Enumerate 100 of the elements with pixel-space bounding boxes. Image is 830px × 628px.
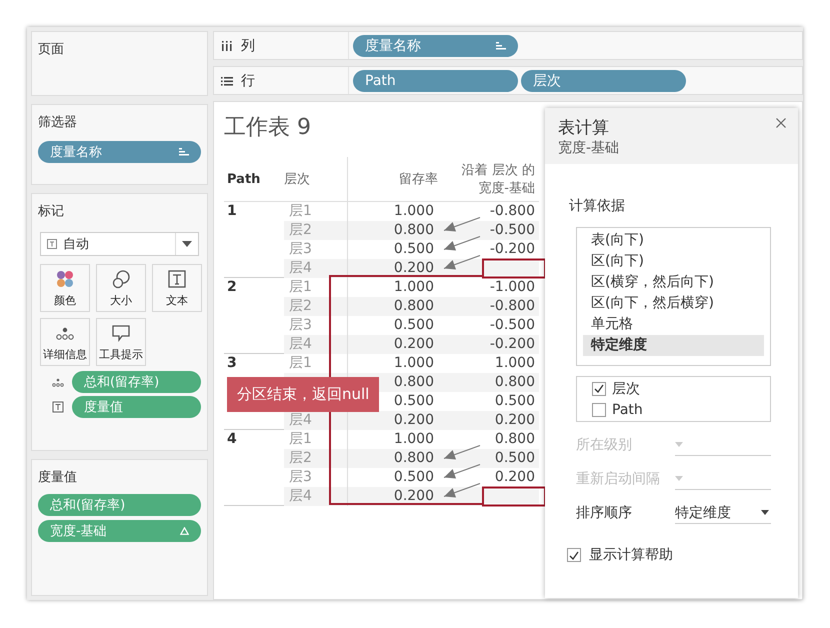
mark-property-button[interactable]: 颜色	[40, 264, 90, 312]
callout: 分区结束，返回null	[227, 377, 380, 412]
caret-icon	[182, 241, 192, 247]
table-cell: 1.000	[394, 430, 434, 449]
table-cell: 0.800	[394, 297, 434, 316]
checkbox-label: 层次	[612, 380, 640, 398]
mark-property-button[interactable]: 详细信息	[40, 318, 90, 366]
table-cell: 0.500	[394, 468, 434, 487]
table-cell: 2	[227, 278, 237, 297]
table-cell: 0.200	[394, 259, 434, 278]
text-box-icon	[167, 268, 187, 288]
table-cell: 0.200	[394, 411, 434, 430]
table-cell: 0.800	[494, 430, 535, 449]
table-cell: 0.800	[394, 449, 434, 468]
dialog-title: 表计算	[558, 117, 609, 139]
speech-bubble-icon	[111, 322, 131, 342]
mark-property-button[interactable]: 大小	[96, 264, 146, 312]
list-item[interactable]: 区(横穿，然后向下)	[583, 272, 764, 293]
table-cell: 0.200	[394, 335, 434, 354]
checkbox[interactable]	[592, 402, 606, 416]
table-cell: -0.500	[490, 221, 535, 240]
checkbox[interactable]	[592, 382, 606, 396]
card-title: 页面	[38, 41, 65, 58]
table-cell: 层3	[289, 240, 312, 259]
shelf-label: 行	[241, 72, 255, 90]
checkbox-label: 显示计算帮助	[589, 546, 673, 564]
table-cell: -0.800	[490, 202, 535, 221]
table-cell: 0.200	[494, 411, 535, 430]
table-cell: 0.500	[394, 392, 434, 411]
section-label: 计算依据	[569, 197, 626, 215]
close-icon[interactable]	[776, 118, 786, 128]
table-cell: -0.500	[490, 316, 535, 335]
table-cell: 4	[227, 430, 237, 449]
column-header: 层次	[284, 171, 311, 188]
table-cell: 层1	[289, 354, 312, 373]
table-cell: 3	[227, 354, 237, 373]
table-cell: 1	[227, 202, 237, 221]
table-cell: 0.200	[494, 468, 535, 487]
column-header: 沿着 层次 的	[462, 162, 535, 179]
table-cell: 层2	[289, 297, 312, 316]
table-cell: -0.200	[490, 240, 535, 259]
list-item[interactable]: 特定维度	[583, 335, 764, 356]
dropdown[interactable]: 特定维度	[675, 502, 771, 524]
mark-type-dropdown[interactable]: 自动	[40, 232, 199, 256]
card-title: 筛选器	[38, 114, 78, 131]
circles-icon	[111, 268, 131, 288]
mark-property-button[interactable]: 文本	[152, 264, 202, 312]
caret-icon	[675, 442, 683, 447]
table-cell: 层4	[289, 335, 312, 354]
table-cell: 层1	[289, 278, 312, 297]
mark-property-button[interactable]: 工具提示	[96, 318, 146, 366]
rows-icon	[221, 76, 233, 86]
table-cell: 层3	[289, 316, 312, 335]
table-cell: 1.000	[494, 354, 535, 373]
table-cell: 0.800	[394, 373, 434, 392]
table-cell: 层3	[289, 468, 312, 487]
field-label: 排序顺序	[576, 504, 633, 522]
table-cell: 0.500	[494, 449, 535, 468]
list-item[interactable]: 表(向下)	[583, 230, 764, 251]
table-cell: 1.000	[394, 278, 434, 297]
columns-icon	[221, 40, 233, 50]
checkbox[interactable]	[567, 548, 581, 562]
list-item[interactable]: 区(向下，然后横穿)	[583, 293, 764, 314]
table-cell: 0.500	[494, 392, 535, 411]
card-title: 度量值	[38, 469, 78, 486]
table-cell: 层2	[289, 449, 312, 468]
list-item[interactable]: 区(向下)	[583, 251, 764, 272]
table-cell: 层1	[289, 202, 312, 221]
table-cell: 层1	[289, 430, 312, 449]
table-cell: 0.500	[394, 240, 434, 259]
text-box-icon	[52, 401, 64, 413]
table-cell: -0.800	[490, 297, 535, 316]
table-cell: 1.000	[394, 202, 434, 221]
field-label: 所在级别	[576, 436, 633, 454]
table-cell: -0.200	[490, 335, 535, 354]
table-cell: 1.000	[394, 354, 434, 373]
table-cell: 层4	[289, 411, 312, 430]
table-cell: 层4	[289, 259, 312, 278]
caret-icon	[761, 510, 769, 515]
dialog-subtitle: 宽度-基础	[558, 139, 620, 157]
table-cell: -1.000	[490, 278, 535, 297]
caret-icon	[675, 476, 683, 481]
table-cell: 0.200	[394, 487, 434, 506]
list-item[interactable]: 单元格	[583, 314, 764, 335]
card-title: 标记	[38, 203, 65, 220]
dots-icon	[52, 376, 64, 388]
color-dots-icon	[55, 268, 75, 288]
checkbox-label: Path	[612, 402, 643, 418]
table-cell: 0.800	[494, 373, 535, 392]
table-cell: 0.800	[394, 221, 434, 240]
column-header: 留存率	[399, 171, 438, 188]
text-mark-icon	[47, 239, 57, 249]
column-header: 宽度-基础	[478, 180, 535, 197]
table-cell: 层2	[289, 221, 312, 240]
table-cell: 0.500	[394, 316, 434, 335]
field-label: 重新启动间隔	[576, 470, 661, 488]
worksheet-title: 工作表 9	[224, 114, 311, 142]
shelf-label: 列	[241, 36, 255, 54]
column-header: Path	[227, 172, 262, 186]
table-cell: 层4	[289, 487, 312, 506]
